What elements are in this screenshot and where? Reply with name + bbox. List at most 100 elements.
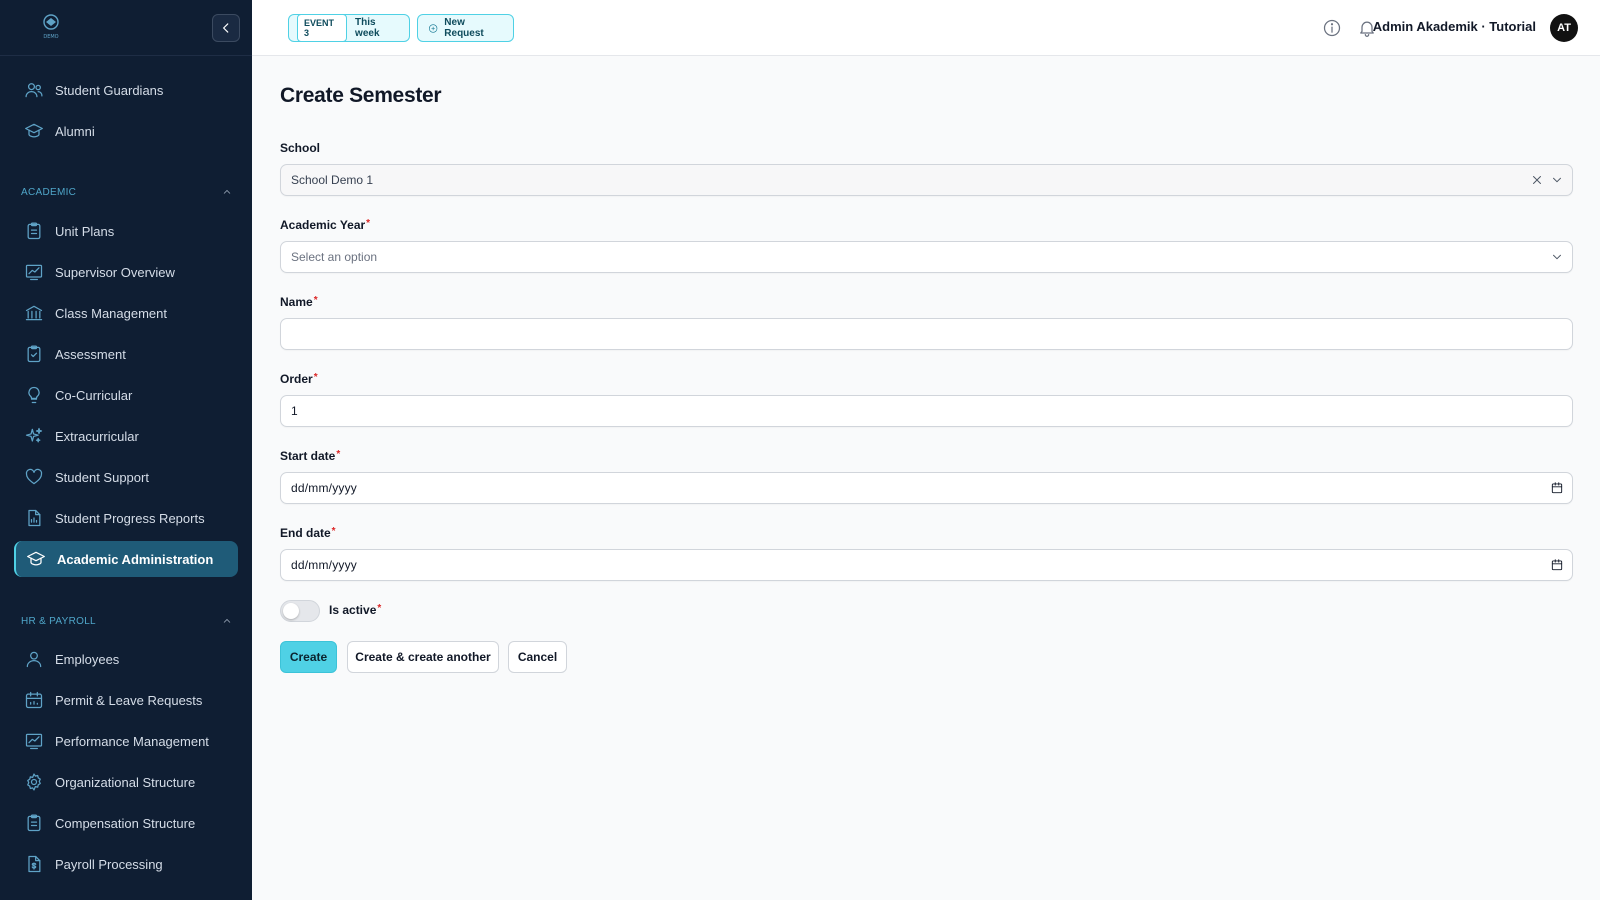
required-mark: *: [377, 603, 382, 614]
sidebar-item-student-guardians[interactable]: Student Guardians: [14, 72, 238, 108]
sidebar-item-label: Permit & Leave Requests: [55, 692, 203, 708]
new-request-button[interactable]: New Request: [417, 14, 514, 42]
sidebar-item-label: Compensation Structure: [55, 815, 196, 831]
user-menu-name[interactable]: Admin Akademik · Tutorial: [1373, 19, 1536, 34]
section-toggle-hr-payroll[interactable]: HR & PAYROLL: [21, 613, 233, 629]
create-button[interactable]: Create: [280, 641, 337, 673]
is-active-toggle[interactable]: [280, 600, 320, 622]
user-icon: [26, 651, 42, 668]
sidebar-header: DEMO: [0, 0, 252, 56]
event-tag: EVENT 3: [297, 14, 348, 42]
end-date-placeholder: dd/mm/yyyy: [291, 558, 358, 572]
sidebar-item-extracurricular[interactable]: Extracurricular: [14, 418, 238, 454]
chevron-up-icon: [223, 618, 231, 623]
sidebar-item-label: Supervisor Overview: [55, 264, 175, 280]
required-mark: *: [336, 449, 341, 460]
lightbulb-icon: [28, 386, 40, 404]
sidebar-item-student-progress-reports[interactable]: Student Progress Reports: [14, 500, 238, 536]
cancel-button[interactable]: Cancel: [508, 641, 567, 673]
order-field[interactable]: 1: [280, 395, 1573, 427]
create-another-button[interactable]: Create & create another: [347, 641, 499, 673]
school-label: School: [280, 141, 320, 155]
sidebar-item-alumni[interactable]: Alumni: [14, 113, 238, 149]
calendar-icon[interactable]: [1550, 558, 1564, 572]
info-button[interactable]: [1322, 18, 1342, 38]
sidebar-item-assessment[interactable]: Assessment: [14, 336, 238, 372]
gear-icon: [27, 773, 41, 791]
school-logo[interactable]: DEMO: [34, 12, 68, 40]
end-date-actions: [1550, 558, 1564, 572]
graduation-cap-icon: [25, 123, 43, 138]
order-input-value[interactable]: 1: [291, 404, 298, 418]
academic-year-select-actions: [1550, 250, 1564, 264]
heart-icon: [25, 468, 43, 485]
event-badge-button[interactable]: EVENT 3 This week: [288, 14, 410, 42]
sidebar-item-label: Student Progress Reports: [55, 510, 205, 526]
clipboard-icon: [27, 814, 41, 832]
name-input[interactable]: [291, 327, 1562, 341]
sidebar-item-label: Payroll Processing: [55, 856, 163, 872]
clipboard-icon: [27, 222, 41, 240]
sidebar-item-performance-management[interactable]: Performance Management: [14, 723, 238, 759]
chevron-down-icon[interactable]: [1550, 250, 1564, 264]
sidebar-item-employees[interactable]: Employees: [14, 641, 238, 677]
avatar[interactable]: AT: [1550, 14, 1578, 42]
name-label: Name*: [280, 295, 318, 309]
sidebar-item-co-curricular[interactable]: Co-Curricular: [14, 377, 238, 413]
sidebar-item-label: Employees: [55, 651, 120, 667]
topbar: EVENT 3 This week New Request Admin Akad…: [252, 0, 1600, 56]
sidebar-item-label: Performance Management: [55, 733, 209, 749]
chevron-left-icon: [222, 23, 229, 33]
section-label-academic: ACADEMIC: [21, 186, 77, 198]
sidebar-item-compensation-structure[interactable]: Compensation Structure: [14, 805, 238, 841]
clear-icon[interactable]: [1530, 173, 1544, 187]
is-active-label: Is active*: [329, 603, 381, 617]
building-columns-icon: [25, 305, 43, 321]
document-dollar-icon: [28, 855, 41, 873]
sidebar-item-label: Class Management: [55, 305, 167, 321]
event-period: This week: [355, 17, 380, 39]
sidebar-collapse-button[interactable]: [212, 14, 240, 42]
sidebar-item-payroll-processing[interactable]: Payroll Processing: [14, 846, 238, 882]
calendar-icon: [25, 691, 43, 709]
academic-year-placeholder: Select an option: [291, 250, 378, 264]
new-request-label: New Request: [444, 17, 484, 39]
sidebar-item-label: Assessment: [55, 346, 126, 362]
required-mark: *: [313, 372, 318, 383]
sidebar-item-supervisor-overview[interactable]: Supervisor Overview: [14, 254, 238, 290]
required-mark: *: [366, 218, 371, 229]
page-title: Create Semester: [280, 84, 442, 107]
name-label-text: Name: [280, 295, 313, 309]
required-mark: *: [313, 295, 318, 306]
sidebar-item-academic-administration[interactable]: Academic Administration: [14, 541, 238, 577]
start-date-label-text: Start date: [280, 449, 336, 463]
chevron-down-icon[interactable]: [1550, 173, 1564, 187]
name-field[interactable]: [280, 318, 1573, 350]
end-date-label: End date*: [280, 526, 336, 540]
plus-circle-icon: [428, 23, 438, 33]
sidebar-item-class-management[interactable]: Class Management: [14, 295, 238, 331]
start-date-field[interactable]: dd/mm/yyyy: [280, 472, 1573, 504]
order-label: Order*: [280, 372, 318, 386]
chevron-up-icon: [223, 189, 231, 194]
sidebar-item-permit-leave-requests[interactable]: Permit & Leave Requests: [14, 682, 238, 718]
document-chart-icon: [28, 509, 41, 527]
school-label-text: School: [280, 141, 321, 155]
academic-year-label: Academic Year*: [280, 218, 370, 232]
academic-year-select[interactable]: Select an option: [280, 241, 1573, 273]
chart-line-icon: [25, 733, 43, 750]
school-select[interactable]: School Demo 1: [280, 164, 1573, 196]
section-toggle-academic[interactable]: ACADEMIC: [21, 184, 233, 200]
clipboard-check-icon: [27, 345, 41, 363]
sparkles-icon: [25, 427, 43, 443]
sidebar-item-organizational-structure[interactable]: Organizational Structure: [14, 764, 238, 800]
end-date-field[interactable]: dd/mm/yyyy: [280, 549, 1573, 581]
sidebar-item-unit-plans[interactable]: Unit Plans: [14, 213, 238, 249]
users-icon: [25, 83, 43, 98]
calendar-icon[interactable]: [1550, 481, 1564, 495]
school-select-actions: [1530, 173, 1564, 187]
sidebar-item-label: Student Support: [55, 469, 149, 485]
chart-line-icon: [25, 264, 43, 281]
sidebar-item-label: Academic Administration: [57, 551, 214, 567]
sidebar-item-student-support[interactable]: Student Support: [14, 459, 238, 495]
